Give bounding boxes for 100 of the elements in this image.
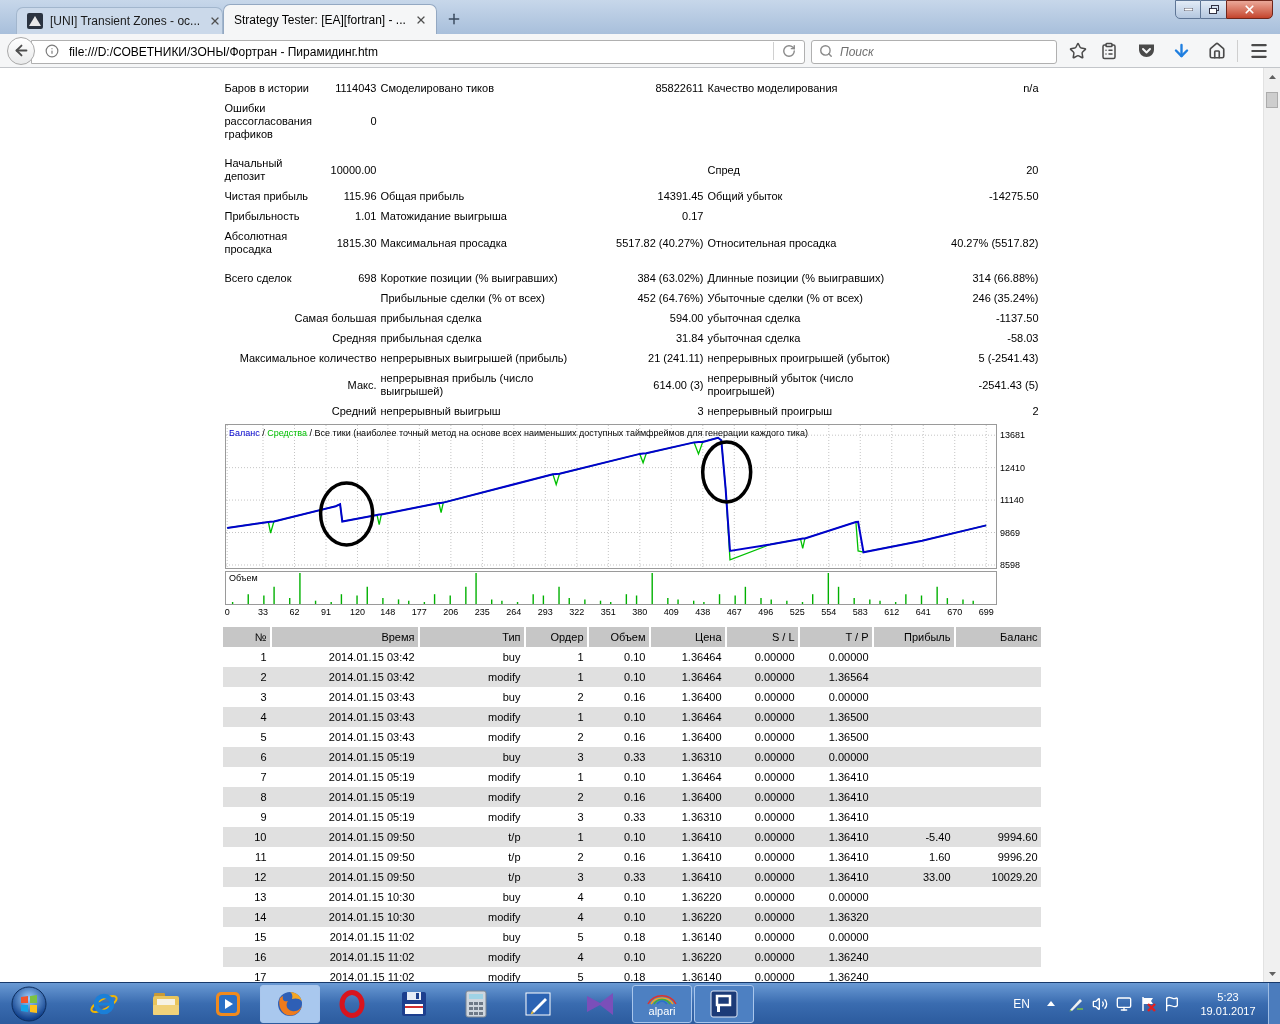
table-cell-text: 0.16 (623, 849, 647, 865)
table-cell-text: 5 (259, 729, 268, 745)
column-header: Цена (650, 627, 725, 647)
table-cell-text: 0.00000 (753, 689, 796, 705)
stat-label: Относительная просадка (707, 236, 837, 250)
x-axis-label: 235 (474, 607, 490, 617)
table-cell-text: 8 (259, 789, 268, 805)
stat-label: Спред (707, 163, 740, 177)
table-cell-text: 0.00000 (827, 889, 870, 905)
y-axis-label: 11140 (999, 495, 1024, 506)
table-cell-text: 3 (576, 749, 585, 765)
stat-label: Чистая прибыль (224, 190, 309, 203)
table-cell-text: 0.00000 (753, 949, 796, 965)
stat-group-label: Средний (331, 405, 377, 418)
table-cell-text: 1.60 (928, 849, 952, 865)
table-cell-text: 1.36140 (680, 929, 723, 945)
x-axis-label: 351 (600, 607, 616, 617)
clock-date: 19.01.2017 (1200, 1003, 1256, 1018)
x-axis-label: 496 (757, 607, 773, 617)
table-cell-text: 2014.01.15 05:19 (327, 749, 416, 765)
x-axis-label: 293 (537, 607, 553, 617)
x-axis-label: 62 (289, 607, 299, 617)
table-cell-text: 4 (259, 709, 268, 725)
stat-value: 1114043 (335, 82, 377, 95)
column-header: № (222, 627, 270, 647)
x-axis-label: 177 (411, 607, 427, 617)
stat-label: Длинные позиции (% выигравших) (707, 272, 885, 285)
table-cell-text: modify (487, 909, 522, 925)
table-cell-text: 11 (254, 849, 268, 865)
table-cell-text: 1 (576, 829, 585, 845)
clock-time: 5:23 (1217, 989, 1239, 1004)
table-cell-text: 2014.01.15 10:30 (327, 889, 416, 905)
x-axis-label: 670 (946, 607, 962, 617)
stat-label: прибыльная сделка (380, 332, 482, 345)
stat-label: убыточная сделка (707, 332, 801, 345)
table-cell-text: 1.36410 (827, 849, 870, 865)
column-header: Объем (588, 627, 649, 647)
table-cell-text: 0.00000 (827, 749, 870, 765)
table-cell-text: 1.36400 (680, 689, 723, 705)
x-axis-label: 554 (820, 607, 836, 617)
table-cell-text: 0.00000 (753, 889, 796, 905)
stat-label: Общая прибыль (380, 190, 465, 203)
table-cell-text: 0.00000 (753, 729, 796, 745)
table-cell-text: 0.00000 (753, 789, 796, 805)
table-cell-text: 3 (259, 689, 268, 705)
stat-label: Убыточные сделки (% от всех) (707, 292, 863, 305)
table-cell-text: 5 (576, 929, 585, 945)
stat-label: прибыльная сделка (380, 312, 482, 325)
stat-label: непрерывный убыток (число проигрышей) (707, 372, 855, 398)
table-cell-text: 1.36220 (680, 889, 723, 905)
table-cell-text: 1.36220 (680, 909, 723, 925)
table-cell-text: 2014.01.15 03:43 (327, 689, 416, 705)
stat-label: Короткие позиции (% выигравших) (380, 272, 558, 285)
table-cell-text: 2014.01.15 11:02 (328, 969, 416, 982)
table-cell-text: modify (487, 949, 522, 965)
x-axis-label: 525 (789, 607, 805, 617)
table-cell-text: 1 (576, 669, 585, 685)
stat-value: 614.00 (3) (653, 378, 704, 392)
table-cell-text: 1.36410 (827, 789, 870, 805)
table-cell-text: 7 (259, 769, 268, 785)
table-cell-text: 0.00000 (753, 749, 796, 765)
column-header: S / L (726, 627, 798, 647)
table-cell-text: 0.00000 (827, 689, 870, 705)
table-cell-text: 1.36320 (827, 909, 870, 925)
table-cell-text: 0.00000 (753, 969, 796, 982)
table-cell-text: buy (501, 749, 522, 765)
stat-value: 1815.30 (336, 236, 377, 250)
table-cell-text: 0.18 (623, 969, 647, 982)
table-cell-text: 0.10 (623, 709, 647, 725)
stat-value: 314 (66.88%) (972, 272, 1039, 285)
table-cell-text: 2 (576, 729, 585, 745)
table-cell-text: 2 (576, 849, 585, 865)
stat-value: 31.84 (675, 332, 704, 345)
stat-value: 5 (-2541.43) (978, 352, 1039, 365)
x-axis-label: 148 (379, 607, 395, 617)
stat-group-label: Самая большая (294, 312, 377, 325)
table-cell-text: 33.00 (921, 869, 952, 885)
column-header: Тип (419, 627, 524, 647)
table-cell-text: 1.36410 (680, 849, 723, 865)
table-cell-text: modify (487, 809, 522, 825)
x-axis-label: 467 (726, 607, 742, 617)
table-cell-text: 1.36400 (680, 789, 723, 805)
stat-label: Ошибки рассогласования графиков (224, 102, 314, 141)
table-cell-text: 1.36564 (827, 669, 870, 685)
x-axis-label: 380 (631, 607, 647, 617)
stat-value: 698 (358, 272, 377, 285)
stat-value: 1.01 (355, 210, 377, 223)
table-cell-text: 0.10 (623, 669, 647, 685)
table-cell-text: 12 (253, 869, 268, 885)
table-cell-text: 2014.01.15 11:02 (328, 929, 416, 945)
table-cell-text: 2014.01.15 11:02 (328, 949, 416, 965)
volume-label: Объем (228, 573, 258, 583)
table-cell-text: t/p (507, 849, 522, 865)
x-axis-label: 409 (663, 607, 679, 617)
table-cell-text: 9 (259, 809, 268, 825)
table-cell-text: 0.33 (623, 869, 647, 885)
x-axis-label: 206 (442, 607, 458, 617)
x-axis-label: 120 (349, 607, 365, 617)
x-axis-label: 33 (257, 607, 268, 617)
table-cell-text: 0.00000 (753, 769, 796, 785)
